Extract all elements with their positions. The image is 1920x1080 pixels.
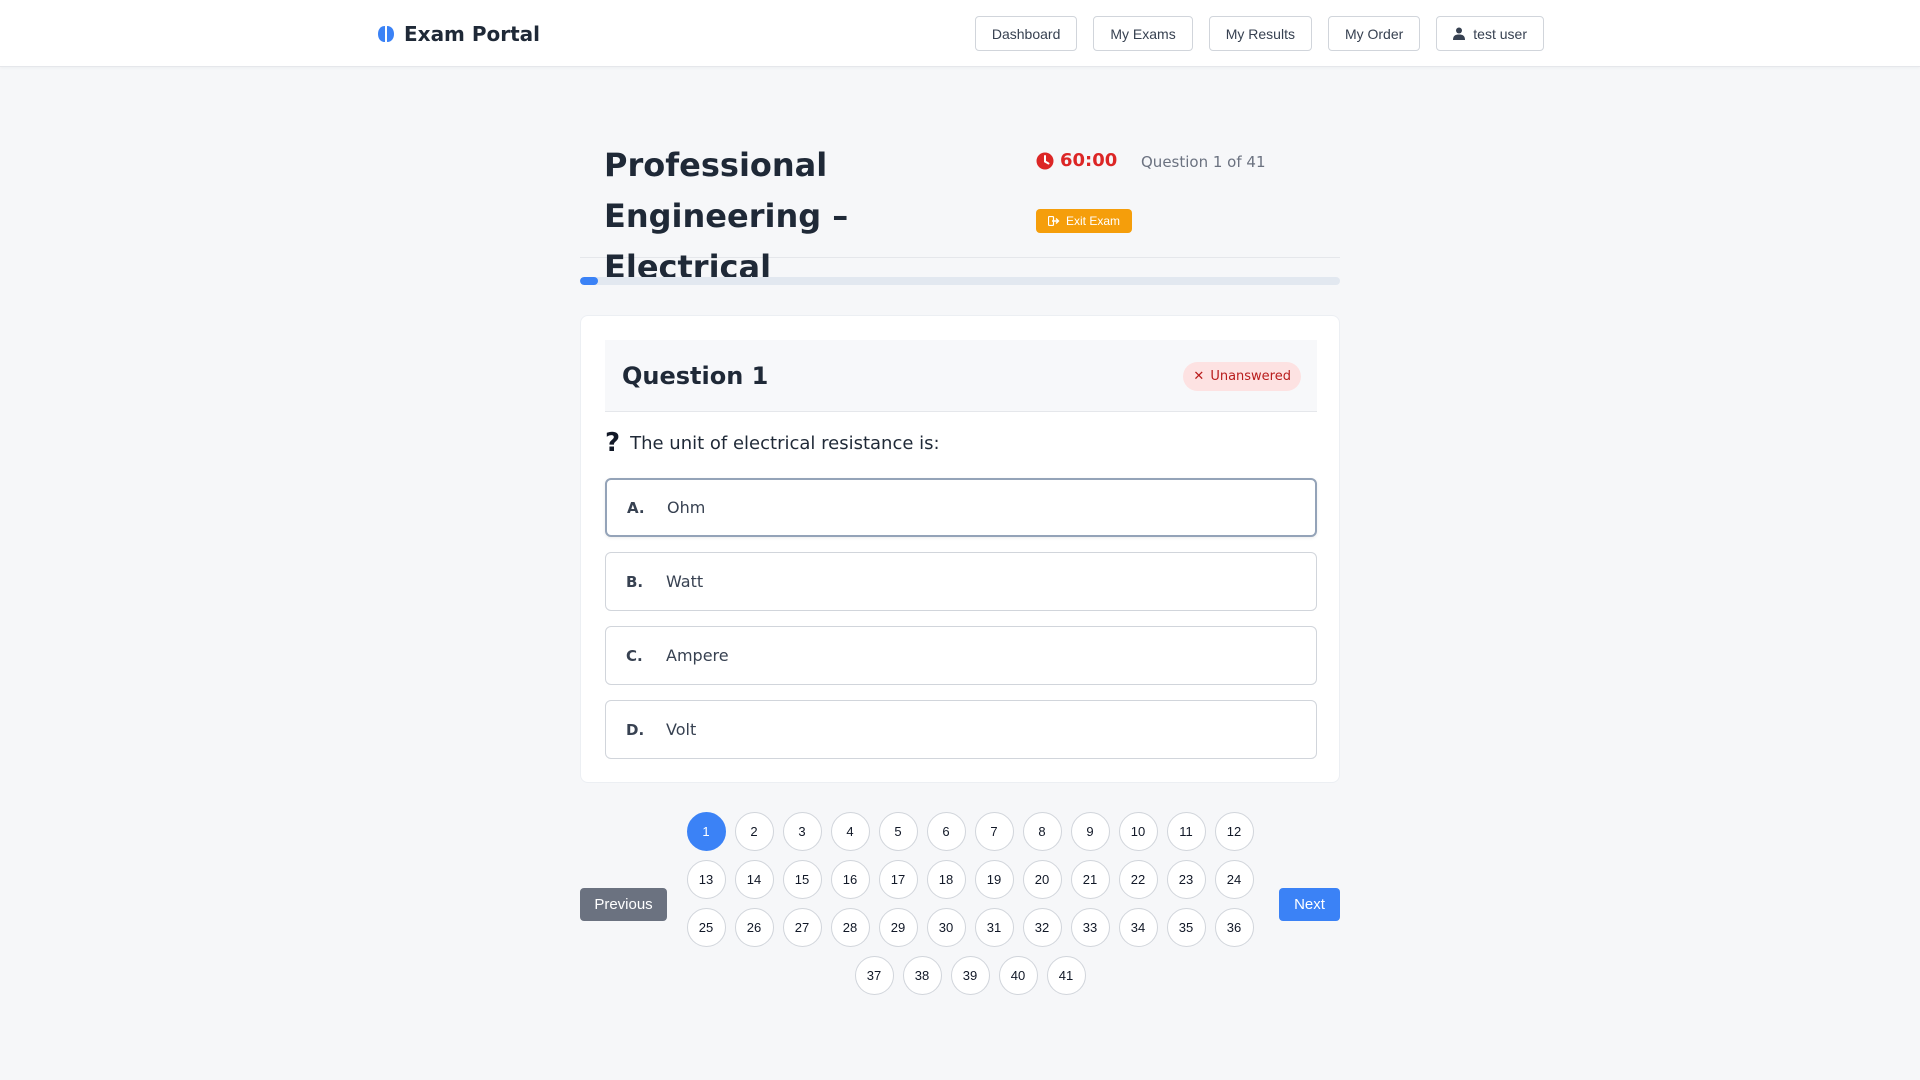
option-c[interactable]: C. Ampere [605, 626, 1317, 685]
timer-value: 60:00 [1060, 150, 1118, 171]
question-number-button[interactable]: 29 [878, 908, 918, 947]
question-number-button[interactable]: 21 [1070, 860, 1110, 899]
question-number-button[interactable]: 2 [734, 812, 774, 851]
question-number-button[interactable]: 26 [734, 908, 774, 947]
question-counter: Question 1 of 41 [1141, 153, 1266, 171]
question-header: Question 1 ✕ Unanswered [605, 340, 1317, 412]
nav-dashboard-button[interactable]: Dashboard [974, 16, 1078, 51]
question-text: The unit of electrical resistance is: [630, 433, 940, 454]
user-icon [1453, 27, 1466, 40]
question-number-button[interactable]: 18 [926, 860, 966, 899]
question-text-row: ? The unit of electrical resistance is: [605, 430, 940, 456]
question-number-button[interactable]: 17 [878, 860, 918, 899]
option-text: Ohm [667, 498, 706, 517]
question-number-button[interactable]: 9 [1070, 812, 1110, 851]
exam-title: Professional Engineering – Electrical [604, 146, 849, 286]
question-number-button[interactable]: 15 [782, 860, 822, 899]
option-letter: D. [626, 720, 645, 739]
answer-options: A. Ohm B. Watt C. Ampere D. Volt [605, 478, 1317, 774]
exit-exam-label: Exit Exam [1066, 214, 1121, 228]
question-title: Question 1 [622, 362, 769, 390]
question-number-button[interactable]: 7 [974, 812, 1014, 851]
question-number-button[interactable]: 35 [1166, 908, 1206, 947]
brand[interactable]: Exam Portal [376, 20, 540, 48]
exit-icon [1048, 216, 1060, 226]
question-number-button[interactable]: 33 [1070, 908, 1110, 947]
brand-name: Exam Portal [404, 22, 541, 46]
x-icon: ✕ [1193, 369, 1205, 384]
option-d[interactable]: D. Volt [605, 700, 1317, 759]
status-label: Unanswered [1210, 369, 1291, 384]
question-number-button[interactable]: 36 [1214, 908, 1254, 947]
question-number-button[interactable]: 10 [1118, 812, 1158, 851]
exam-header: Professional Engineering – Electrical 60… [580, 140, 1340, 286]
option-letter: A. [627, 498, 645, 517]
question-number-button[interactable]: 3 [782, 812, 822, 851]
option-letter: C. [626, 646, 643, 665]
question-number-button[interactable]: 40 [998, 956, 1038, 995]
top-navbar: Exam Portal Dashboard My Exams My Result… [0, 0, 1920, 67]
clock-icon [1036, 152, 1054, 169]
question-number-button[interactable]: 6 [926, 812, 966, 851]
question-navigator: 1 2 3 4 5 6 7 8 9 10 11 12 13 14 15 16 17 18 19 20 21 22 23 24 2… [680, 812, 1260, 995]
question-number-button[interactable]: 13 [686, 860, 726, 899]
question-number-button[interactable]: 38 [902, 956, 942, 995]
question-number-button[interactable]: 30 [926, 908, 966, 947]
option-text: Ampere [666, 646, 729, 665]
option-b[interactable]: B. Watt [605, 552, 1317, 611]
nav-links: Dashboard My Exams My Results My Order t… [974, 16, 1544, 51]
question-number-button[interactable]: 22 [1118, 860, 1158, 899]
next-button[interactable]: Next [1279, 888, 1340, 921]
exam-progress-bar [580, 277, 1340, 285]
status-badge: ✕ Unanswered [1183, 362, 1301, 391]
question-number-button[interactable]: 23 [1166, 860, 1206, 899]
question-number-button[interactable]: 11 [1166, 812, 1206, 851]
question-number-button[interactable]: 12 [1214, 812, 1254, 851]
question-number-button[interactable]: 41 [1046, 956, 1086, 995]
question-number-button[interactable]: 14 [734, 860, 774, 899]
nav-my-order-button[interactable]: My Order [1327, 16, 1421, 51]
question-number-button[interactable]: 27 [782, 908, 822, 947]
question-number-button[interactable]: 19 [974, 860, 1014, 899]
option-a[interactable]: A. Ohm [605, 478, 1317, 537]
question-number-button[interactable]: 25 [686, 908, 726, 947]
question-number-button[interactable]: 20 [1022, 860, 1062, 899]
question-mark-icon: ? [605, 428, 621, 458]
option-text: Watt [666, 572, 704, 591]
previous-button[interactable]: Previous [580, 888, 667, 921]
exit-exam-button[interactable]: Exit Exam [1036, 209, 1133, 233]
question-number-button[interactable]: 4 [830, 812, 870, 851]
question-number-button[interactable]: 34 [1118, 908, 1158, 947]
question-number-button[interactable]: 32 [1022, 908, 1062, 947]
question-number-button[interactable]: 8 [1022, 812, 1062, 851]
question-number-button[interactable]: 37 [854, 956, 894, 995]
user-menu-button[interactable]: test user [1436, 16, 1544, 51]
question-number-button[interactable]: 1 [686, 812, 726, 851]
exam-timer: 60:00 [1036, 150, 1117, 171]
question-card: Question 1 ✕ Unanswered ? The unit of el… [580, 315, 1340, 783]
question-number-button[interactable]: 16 [830, 860, 870, 899]
progress-fill [580, 277, 599, 285]
question-number-button[interactable]: 28 [830, 908, 870, 947]
question-number-button[interactable]: 31 [974, 908, 1014, 947]
nav-my-results-button[interactable]: My Results [1208, 16, 1312, 51]
question-number-button[interactable]: 39 [950, 956, 990, 995]
question-number-button[interactable]: 24 [1214, 860, 1254, 899]
question-number-button[interactable]: 5 [878, 812, 918, 851]
option-text: Volt [666, 720, 697, 739]
user-name: test user [1473, 25, 1527, 42]
option-letter: B. [626, 572, 644, 591]
nav-my-exams-button[interactable]: My Exams [1093, 16, 1193, 51]
brain-icon [378, 26, 394, 42]
